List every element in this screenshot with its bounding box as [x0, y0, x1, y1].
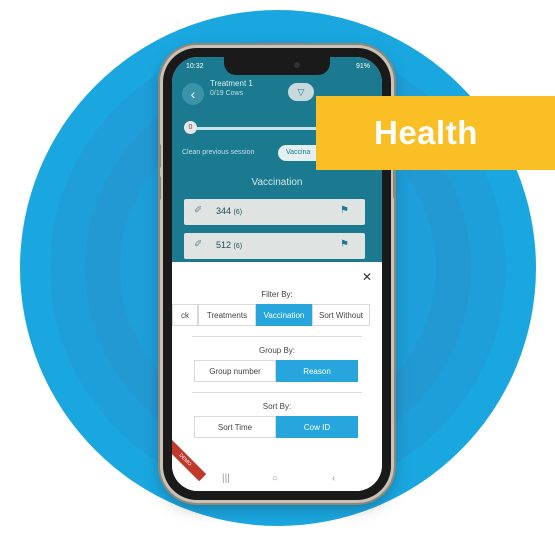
battery-level: 91% [355, 63, 370, 70]
filter-option-sort-without[interactable]: Sort Without [312, 304, 370, 326]
filter-sheet: ✕ Filter By: ck Treatments Vaccination S… [172, 262, 382, 491]
group-option-number[interactable]: Group number [194, 360, 276, 382]
list-item[interactable]: ✐ 344 (6) ⚑ [184, 199, 365, 225]
page-title: Treatment 1 [210, 79, 253, 88]
clean-session-label[interactable]: Clean previous session [182, 149, 254, 156]
filter-option-treatments[interactable]: Treatments [198, 304, 256, 326]
volume-button [158, 144, 161, 168]
page-subtitle: 0/19 Cows [210, 90, 244, 97]
recent-apps-icon[interactable]: ||| [222, 473, 230, 484]
back-icon[interactable]: ‹ [332, 473, 335, 484]
divider [192, 392, 362, 393]
filter-label: Filter By: [261, 290, 293, 299]
cow-id: 512 [216, 240, 232, 250]
chevron-left-icon[interactable]: ‹ [182, 83, 204, 105]
cow-count: (6) [233, 243, 243, 250]
close-icon[interactable]: ✕ [362, 270, 372, 284]
slider-handle[interactable]: 0 [184, 121, 197, 134]
list-item[interactable]: ✐ 512 (6) ⚑ [184, 233, 365, 259]
cow-count: (6) [233, 209, 243, 216]
filter-option-vaccination[interactable]: Vaccination [256, 304, 312, 326]
sort-option-cow-id[interactable]: Cow ID [276, 416, 358, 438]
cow-id: 344 [216, 206, 232, 216]
home-icon[interactable]: ○ [272, 473, 278, 484]
sort-label: Sort By: [262, 402, 292, 411]
status-time: 10:32 [186, 63, 204, 70]
phone-notch [224, 57, 330, 75]
group-label: Group By: [258, 346, 295, 355]
camera-icon [294, 62, 300, 68]
filter-option[interactable]: ck [172, 304, 198, 326]
sort-option-time[interactable]: Sort Time [194, 416, 276, 438]
filter-icon[interactable]: ▽ [288, 83, 314, 101]
section-title: Vaccination [251, 177, 303, 188]
syringe-icon: ✐ [194, 239, 203, 250]
volume-button [158, 176, 161, 200]
cow-icon: ⚑ [340, 205, 349, 216]
health-banner: Health [316, 96, 555, 170]
cow-icon: ⚑ [340, 239, 349, 250]
group-option-reason[interactable]: Reason [276, 360, 358, 382]
syringe-icon: ✐ [194, 205, 203, 216]
divider [192, 336, 362, 337]
